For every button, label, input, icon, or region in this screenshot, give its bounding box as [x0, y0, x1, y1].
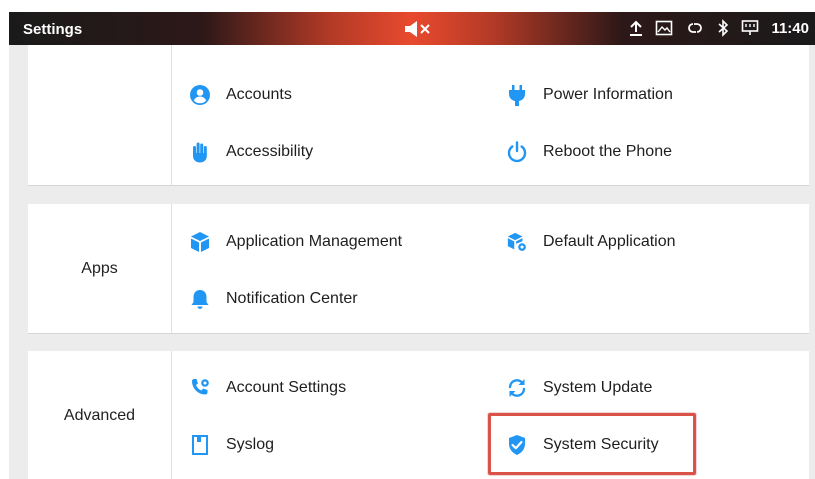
- document-icon: [189, 434, 211, 456]
- menu-item-notification-center[interactable]: Notification Center: [189, 284, 358, 314]
- link-icon: [685, 19, 705, 37]
- menu-item-label: System Security: [543, 436, 659, 453]
- status-icons: 11:40: [629, 17, 809, 39]
- shield-check-icon: [506, 434, 528, 456]
- menu-item-reboot-the-phone[interactable]: Reboot the Phone: [506, 137, 672, 167]
- hand-icon: [189, 141, 211, 163]
- menu-item-label: Accessibility: [226, 143, 314, 160]
- menu-item-label: Notification Center: [226, 290, 358, 307]
- menu-item-accounts[interactable]: Accounts: [189, 80, 292, 110]
- menu-item-default-application[interactable]: Default Application: [506, 227, 676, 257]
- ethernet-icon: [741, 19, 759, 37]
- image-icon: [655, 19, 673, 37]
- menu-item-label: Reboot the Phone: [543, 143, 672, 160]
- menu-item-application-management[interactable]: Application Management: [189, 227, 402, 257]
- device-section-card: Accounts Power Information Accessibility…: [28, 45, 809, 186]
- advanced-section-card: Advanced Account Settings System Update …: [28, 351, 809, 479]
- menu-item-label: System Update: [543, 379, 653, 396]
- section-label: Advanced: [28, 351, 172, 479]
- cube-icon: [189, 231, 211, 253]
- bluetooth-icon: [717, 19, 729, 37]
- upload-icon: [629, 19, 643, 37]
- menu-item-system-security[interactable]: System Security: [506, 430, 659, 460]
- menu-item-account-settings[interactable]: Account Settings: [189, 373, 346, 403]
- menu-item-power-information[interactable]: Power Information: [506, 80, 673, 110]
- menu-item-syslog[interactable]: Syslog: [189, 430, 274, 460]
- account-circle-icon: [189, 84, 211, 106]
- section-label: [28, 45, 172, 185]
- menu-item-label: Syslog: [226, 436, 275, 453]
- menu-item-label: Accounts: [226, 86, 292, 103]
- menu-item-label: Power Information: [543, 86, 673, 103]
- section-label: Apps: [28, 204, 172, 333]
- menu-item-accessibility[interactable]: Accessibility: [189, 137, 313, 167]
- menu-item-label: Default Application: [543, 233, 676, 250]
- refresh-icon: [506, 377, 528, 399]
- window-frame: Settings 11:40 Accounts Power Informatio…: [0, 0, 815, 479]
- menu-item-label: Account Settings: [226, 379, 347, 396]
- phone-gear-icon: [189, 377, 211, 399]
- power-icon: [506, 141, 528, 163]
- bell-icon: [189, 288, 211, 310]
- clock: 11:40: [771, 19, 809, 37]
- cube-gear-icon: [506, 231, 528, 253]
- settings-screen: Settings 11:40 Accounts Power Informatio…: [9, 12, 815, 479]
- app-title: Settings: [23, 21, 83, 38]
- status-bar: Settings 11:40: [9, 12, 815, 45]
- volume-muted-icon[interactable]: [403, 20, 435, 38]
- menu-item-label: Application Management: [226, 233, 403, 250]
- power-plug-icon: [506, 84, 528, 106]
- apps-section-card: Apps Application Management Default Appl…: [28, 204, 809, 334]
- menu-item-system-update[interactable]: System Update: [506, 373, 652, 403]
